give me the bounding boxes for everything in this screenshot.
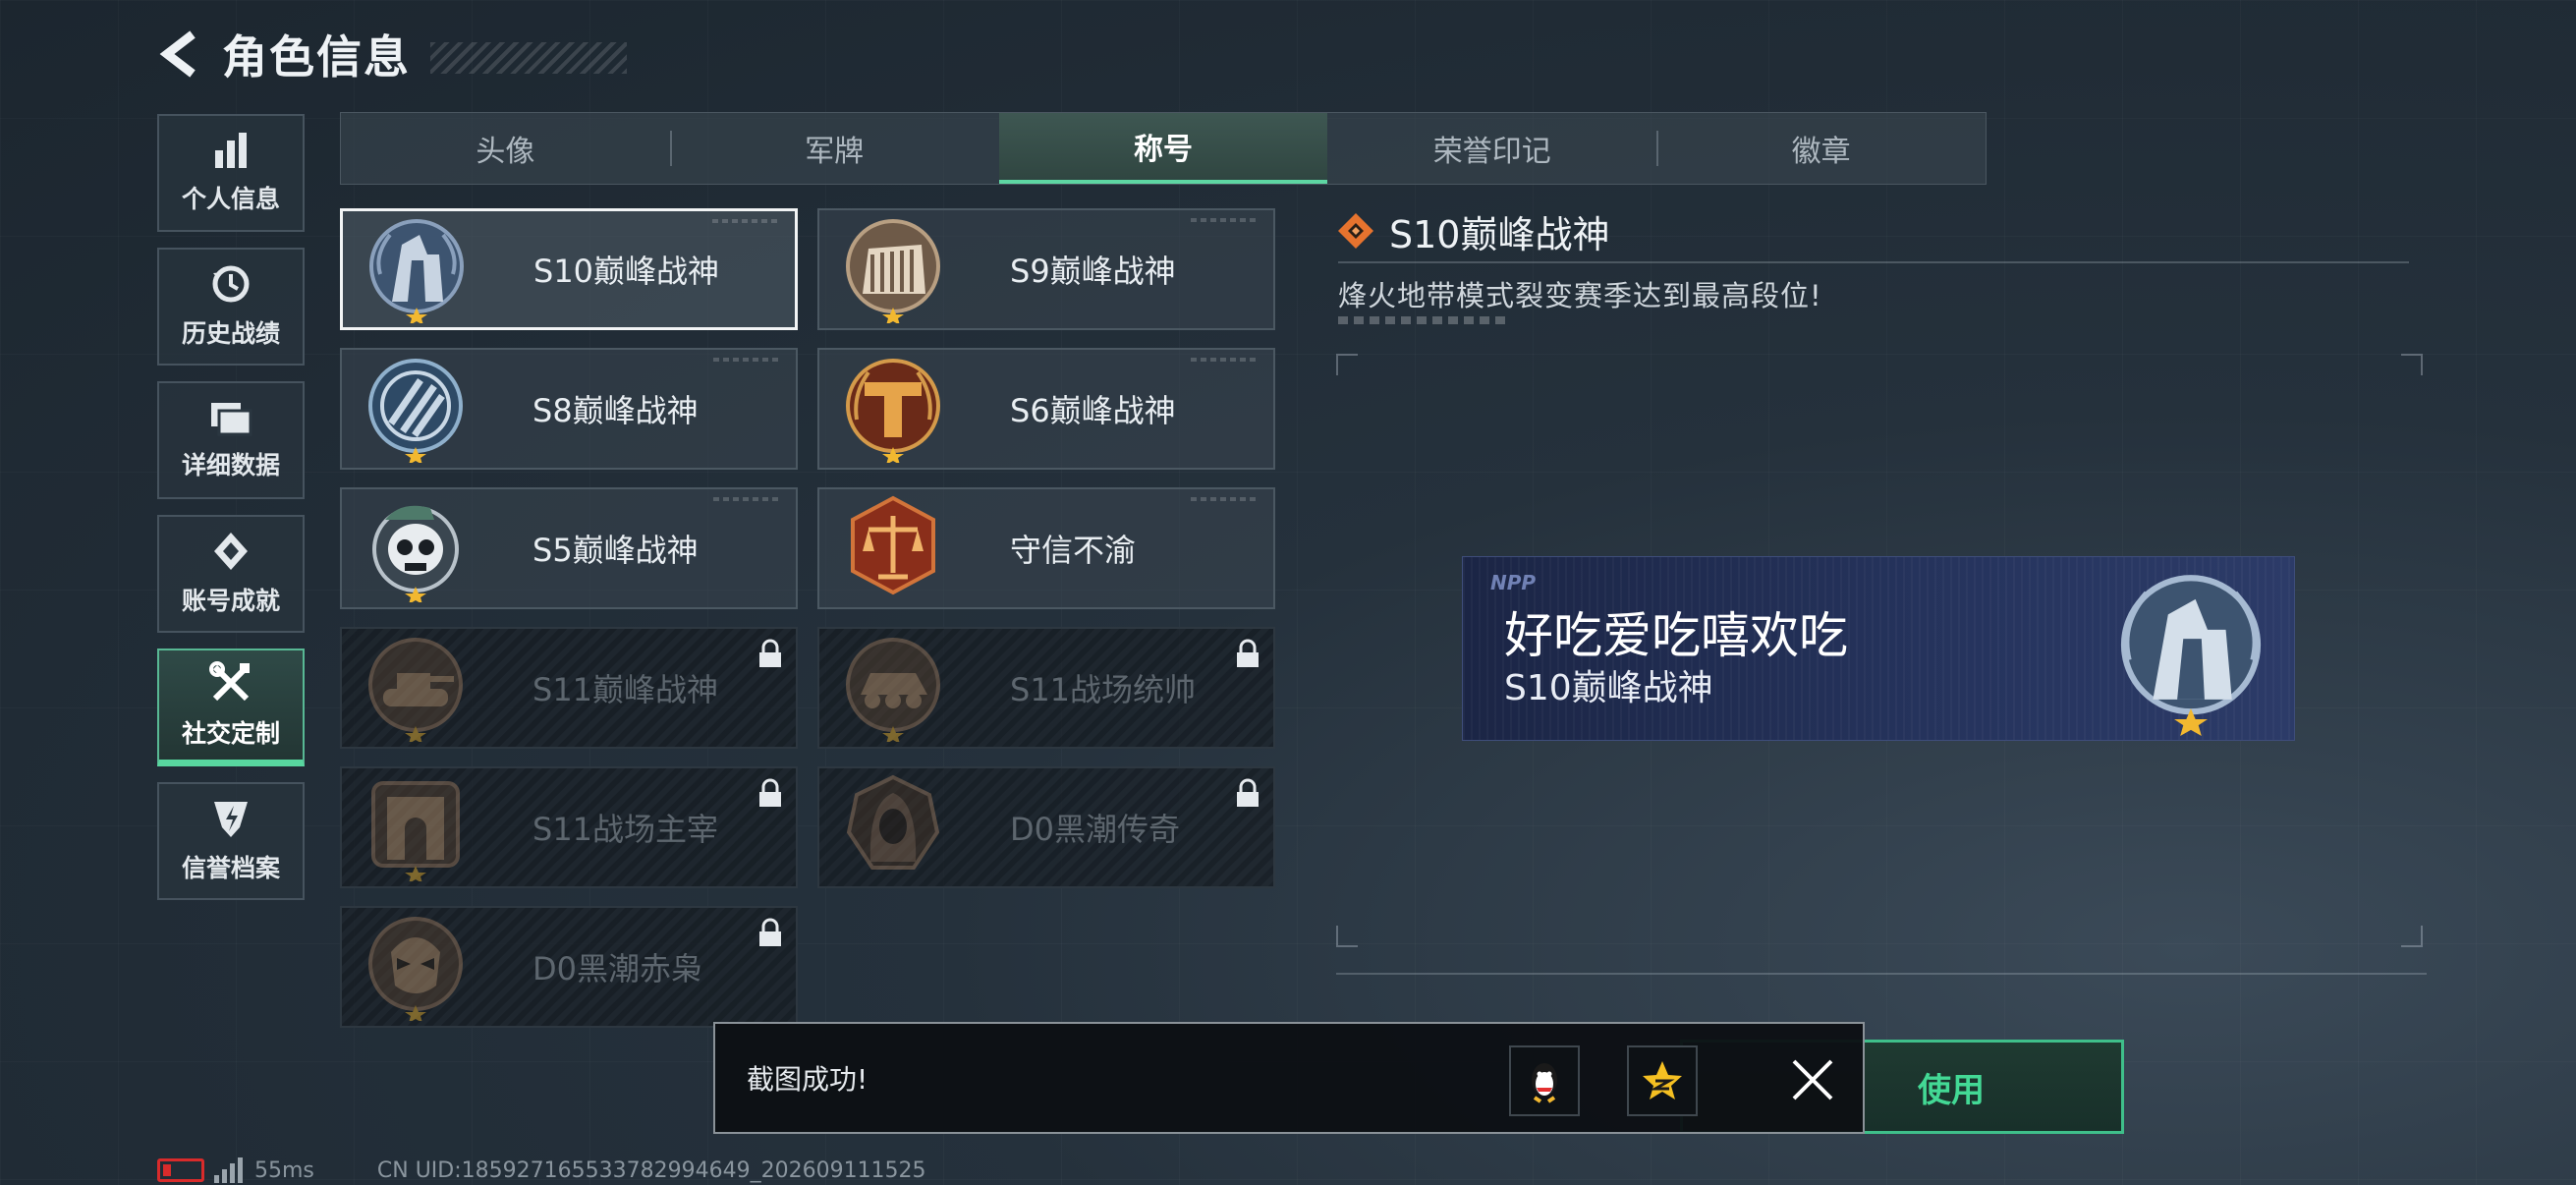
toast-close-button[interactable]	[1778, 1045, 1847, 1114]
use-button-label: 使用	[1918, 1070, 1985, 1110]
title-card[interactable]: S5巅峰战神	[340, 487, 798, 609]
title-card[interactable]: S10巅峰战神	[340, 208, 798, 330]
striped-emblem-icon	[368, 359, 463, 463]
sidebar-item-label: 个人信息	[181, 185, 280, 213]
sidebar-item-details[interactable]: 详细数据	[157, 381, 305, 499]
title-card-label: S11战场统帅	[1010, 671, 1197, 708]
detail-title-name: S10巅峰战神	[1389, 212, 1610, 256]
hooded-emblem-icon	[846, 774, 940, 870]
folder-icon	[211, 403, 252, 436]
share-qq-button[interactable]	[1509, 1045, 1580, 1116]
card-decoration	[713, 497, 782, 501]
card-decoration	[1191, 358, 1260, 362]
page-title: 角色信息	[222, 30, 411, 84]
title-card[interactable]: S6巅峰战神	[817, 348, 1275, 470]
lock-icon	[759, 778, 781, 807]
tab-badge[interactable]: 徽章	[1656, 113, 1986, 184]
tab-bar: 头像 军牌 称号 荣誉印记 徽章	[340, 112, 1987, 185]
share-qzone-button[interactable]	[1627, 1045, 1698, 1116]
diamond-icon	[1338, 213, 1373, 249]
header: 角色信息	[157, 22, 627, 86]
title-card-label: D0黑潮赤枭	[532, 950, 703, 988]
title-card-label: S11巅峰战神	[532, 671, 719, 708]
close-icon	[1792, 1059, 1833, 1100]
preview-divider	[1336, 973, 2427, 975]
title-card-locked[interactable]: D0黑潮传奇	[817, 766, 1275, 888]
detail-decoration	[1338, 316, 1505, 324]
dam-emblem-icon	[846, 219, 940, 323]
title-card-label: D0黑潮传奇	[1010, 811, 1181, 848]
sidebar-item-history[interactable]: 历史战绩	[157, 248, 305, 366]
card-decoration	[713, 358, 782, 362]
nameplate-title: S10巅峰战神	[1504, 668, 1713, 708]
status-footer: 55ms CN UID:185927165533782994649_202609…	[157, 1156, 926, 1185]
tower-emblem-icon	[2120, 575, 2262, 736]
title-card[interactable]: 守信不渝	[817, 487, 1275, 609]
title-card-label: 守信不渝	[1010, 532, 1137, 569]
tab-title[interactable]: 称号	[998, 113, 1328, 184]
ping-value: 55ms	[254, 1157, 314, 1183]
title-card-label: S10巅峰战神	[533, 253, 720, 290]
title-card-label: S8巅峰战神	[532, 392, 699, 429]
vehicle-emblem-icon	[846, 638, 940, 742]
qq-penguin-icon	[1532, 1063, 1557, 1103]
lock-icon	[759, 918, 781, 946]
title-card-locked[interactable]: S11战场主宰	[340, 766, 798, 888]
card-decoration	[1191, 218, 1260, 222]
sidebar-item-label: 详细数据	[181, 451, 280, 480]
sidebar-item-credit[interactable]: 信誉档案	[157, 782, 305, 900]
nameplate-preview: NPP 好吃爱吃嘻欢吃 S10巅峰战神	[1462, 556, 2295, 741]
battery-low-icon	[157, 1158, 204, 1182]
detail-description: 烽火地带模式裂变赛季达到最高段位!	[1338, 279, 1822, 312]
sidebar-item-achievements[interactable]: 账号成就	[157, 515, 305, 633]
detail-divider	[1338, 261, 2409, 263]
nameplate-player-name: 好吃爱吃嘻欢吃	[1504, 607, 1848, 664]
history-clock-icon	[212, 265, 250, 303]
title-card[interactable]: S8巅峰战神	[340, 348, 798, 470]
title-card-locked[interactable]: S11战场统帅	[817, 627, 1275, 749]
tank-emblem-icon	[368, 638, 463, 742]
title-card-label: S11战场主宰	[532, 811, 719, 848]
signal-icon	[214, 1157, 243, 1183]
back-arrow-icon[interactable]	[157, 27, 202, 82]
tab-honor-mark[interactable]: 荣誉印记	[1327, 113, 1656, 184]
qzone-star-icon	[1643, 1061, 1682, 1100]
title-card-label: S9巅峰战神	[1010, 253, 1176, 290]
title-card[interactable]: S9巅峰战神	[817, 208, 1275, 330]
title-card-locked[interactable]: S11巅峰战神	[340, 627, 798, 749]
lock-icon	[759, 639, 781, 667]
credit-shield-icon	[214, 802, 248, 837]
skull-emblem-icon	[372, 505, 459, 602]
screenshot-toast: 截图成功!	[713, 1022, 1865, 1134]
lock-icon	[1237, 778, 1259, 807]
title-card-locked[interactable]: D0黑潮赤枭	[340, 906, 798, 1028]
sidebar-item-label: 信誉档案	[181, 854, 280, 882]
tab-dog-tag[interactable]: 军牌	[669, 113, 999, 184]
t-emblem-icon	[846, 359, 940, 463]
achievement-icon	[214, 533, 248, 570]
card-decoration	[712, 219, 781, 223]
bar-chart-icon	[215, 133, 247, 168]
title-card-label: S6巅峰战神	[1010, 392, 1176, 429]
tools-icon	[209, 660, 250, 701]
toast-message: 截图成功!	[747, 1063, 868, 1096]
sidebar-item-social-custom[interactable]: 社交定制	[157, 649, 305, 766]
scales-emblem-icon	[851, 495, 935, 595]
sidebar-item-label: 历史战绩	[181, 319, 280, 348]
card-decoration	[1191, 497, 1260, 501]
lock-icon	[1237, 639, 1259, 667]
detail-header: S10巅峰战神	[1336, 206, 1610, 256]
nameplate-logo: NPP	[1490, 571, 1537, 594]
title-decoration	[430, 42, 627, 74]
sidebar-item-label: 账号成就	[181, 587, 280, 615]
sidebar-item-label: 社交定制	[181, 718, 280, 748]
skull-mask-emblem-icon	[368, 917, 463, 1021]
tab-avatar[interactable]: 头像	[341, 113, 670, 184]
arch-emblem-icon	[371, 781, 460, 881]
uid-text: CN UID:185927165533782994649_20260911152…	[376, 1157, 926, 1183]
sidebar-item-personal-info[interactable]: 个人信息	[157, 114, 305, 232]
sidebar: 个人信息 历史战绩 详细数据 账号成就 社交定制 信誉档案	[157, 114, 305, 916]
tower-emblem-icon	[369, 219, 464, 323]
title-card-label: S5巅峰战神	[532, 532, 699, 569]
